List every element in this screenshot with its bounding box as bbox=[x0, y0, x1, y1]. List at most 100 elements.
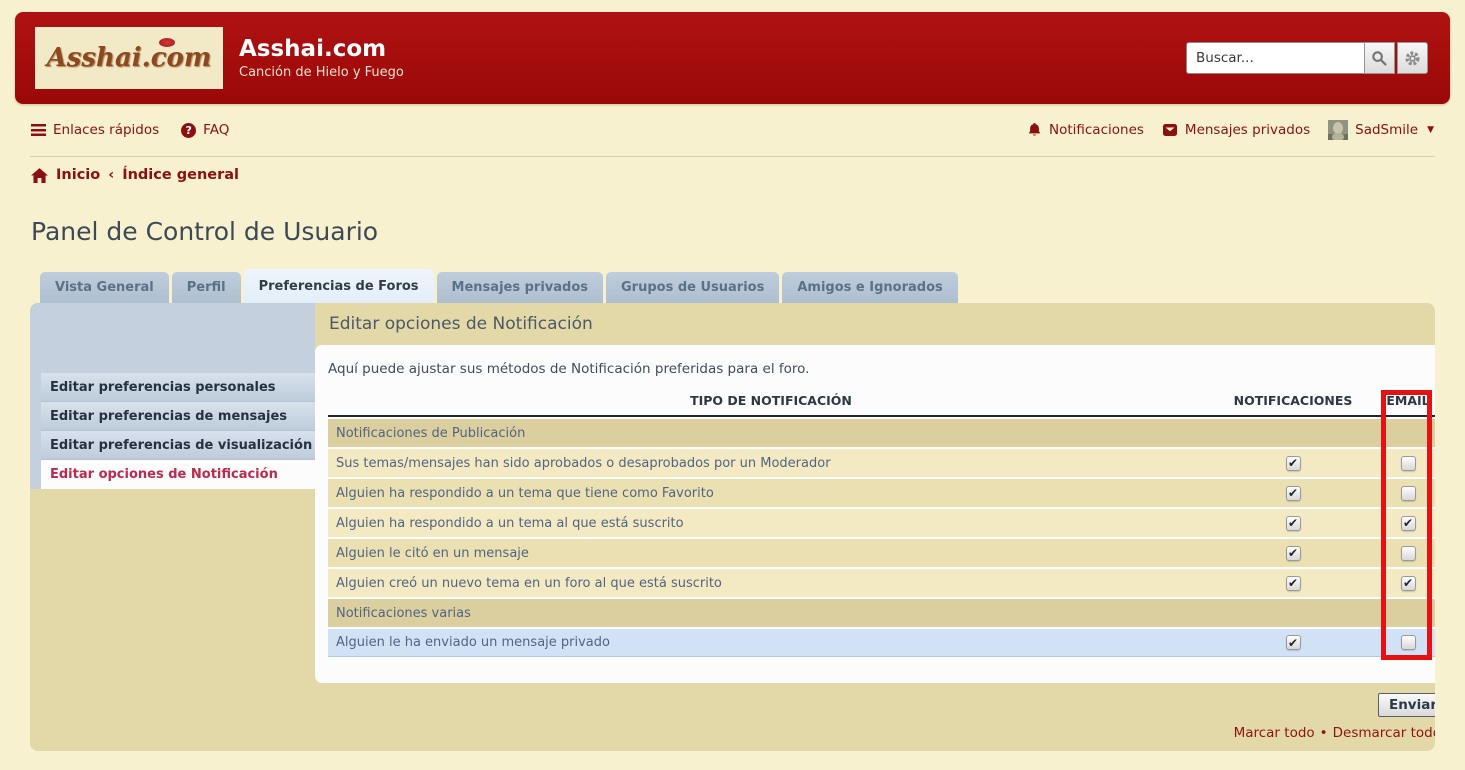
column-header-email: EMAIL bbox=[1372, 393, 1435, 408]
ucp-sidebar: Editar preferencias personalesEditar pre… bbox=[30, 303, 315, 751]
breadcrumb: Inicio ‹ Índice general bbox=[15, 157, 1450, 183]
row-label: Notificaciones de Publicación bbox=[328, 426, 1214, 441]
tab-amigos-e-ignorados[interactable]: Amigos e Ignorados bbox=[782, 272, 957, 303]
column-header-notificaciones: NOTIFICACIONES bbox=[1214, 393, 1372, 408]
notifications-link[interactable]: Notificaciones bbox=[1027, 122, 1144, 138]
quick-links-label: Enlaces rápidos bbox=[53, 122, 159, 138]
sidebar-item-editar-preferencias-de-visualizacion[interactable]: Editar preferencias de visualización bbox=[41, 431, 315, 460]
faq-link[interactable]: ? FAQ bbox=[181, 122, 229, 138]
notifications-label: Notificaciones bbox=[1049, 122, 1144, 138]
panel-footer: Enviar bbox=[315, 683, 1435, 717]
notification-options-panel: Aquí puede ajustar sus métodos de Notifi… bbox=[315, 345, 1435, 683]
unmark-all-link[interactable]: Desmarcar todos bbox=[1333, 725, 1435, 741]
tab-list: Vista GeneralPerfilPreferencias de Foros… bbox=[40, 269, 1450, 303]
table-row-category: Notificaciones varias bbox=[328, 599, 1435, 627]
notifications-checkbox-cell: ✔ bbox=[1214, 635, 1372, 650]
email-checkbox[interactable] bbox=[1401, 635, 1416, 650]
hamburger-icon bbox=[31, 124, 46, 136]
sidebar-item-editar-preferencias-de-mensajes[interactable]: Editar preferencias de mensajes bbox=[41, 402, 315, 431]
site-title: Asshai.com bbox=[239, 36, 404, 62]
row-label: Notificaciones varias bbox=[328, 606, 1214, 621]
email-checkbox[interactable]: ✔ bbox=[1401, 516, 1416, 531]
ucp-wrapper: Editar preferencias personalesEditar pre… bbox=[30, 303, 1435, 751]
email-checkbox[interactable] bbox=[1401, 546, 1416, 561]
email-checkbox-cell bbox=[1372, 546, 1435, 561]
sidebar-menu: Editar preferencias personalesEditar pre… bbox=[30, 373, 315, 489]
search-input[interactable] bbox=[1186, 42, 1364, 74]
site-subtitle: Canción de Hielo y Fuego bbox=[239, 65, 404, 80]
user-avatar bbox=[1328, 120, 1348, 140]
notifications-checkbox-cell: ✔ bbox=[1214, 576, 1372, 591]
panel-description: Aquí puede ajustar sus métodos de Notifi… bbox=[328, 361, 1435, 377]
table-body: Notificaciones de Publicación Sus temas/m… bbox=[328, 419, 1435, 657]
tab-vista-general[interactable]: Vista General bbox=[40, 272, 169, 303]
breadcrumb-home-link[interactable]: Inicio bbox=[56, 167, 100, 183]
site-logo[interactable]: Asshai.com bbox=[35, 27, 223, 89]
ucp-content: Editar opciones de Notificación Aquí pue… bbox=[315, 303, 1435, 751]
mark-all-link[interactable]: Marcar todo bbox=[1234, 725, 1315, 741]
notifications-checkbox-cell: ✔ bbox=[1214, 516, 1372, 531]
private-messages-label: Mensajes privados bbox=[1185, 122, 1310, 138]
notifications-checkbox[interactable]: ✔ bbox=[1286, 576, 1301, 591]
bell-icon bbox=[1027, 123, 1042, 138]
row-label: Alguien ha respondido a un tema que tien… bbox=[328, 486, 1214, 501]
user-menu[interactable]: SadSmile ▼ bbox=[1328, 120, 1434, 140]
row-label: Alguien le citó en un mensaje bbox=[328, 546, 1214, 561]
links-separator: • bbox=[1320, 725, 1328, 741]
panel-title: Editar opciones de Notificación bbox=[315, 303, 1435, 345]
faq-label: FAQ bbox=[203, 122, 229, 138]
row-label: Alguien ha respondido a un tema al que e… bbox=[328, 516, 1214, 531]
site-header: Asshai.com Asshai.com Canción de Hielo y… bbox=[15, 12, 1450, 104]
table-header: TIPO DE NOTIFICACIÓN NOTIFICACIONES EMAI… bbox=[328, 393, 1435, 417]
search-submit-button[interactable] bbox=[1364, 42, 1395, 74]
email-checkbox[interactable] bbox=[1401, 456, 1416, 471]
notifications-checkbox[interactable]: ✔ bbox=[1286, 456, 1301, 471]
row-label: Sus temas/mensajes han sido aprobados o … bbox=[328, 456, 1214, 471]
email-checkbox-cell: ✔ bbox=[1372, 516, 1435, 531]
user-links: Notificaciones Mensajes privados SadSmil… bbox=[1027, 120, 1434, 140]
page-title: Panel de Control de Usuario bbox=[31, 217, 1450, 246]
search-area bbox=[1186, 42, 1428, 74]
notifications-checkbox-cell: ✔ bbox=[1214, 486, 1372, 501]
notifications-checkbox-cell: ✔ bbox=[1214, 456, 1372, 471]
chevron-down-icon: ▼ bbox=[1427, 125, 1434, 135]
sidebar-item-editar-opciones-de-notificacion[interactable]: Editar opciones de Notificación bbox=[41, 460, 315, 489]
notifications-checkbox[interactable]: ✔ bbox=[1286, 486, 1301, 501]
email-checkbox[interactable]: ✔ bbox=[1401, 576, 1416, 591]
row-label: Alguien creó un nuevo tema en un foro al… bbox=[328, 576, 1214, 591]
sidebar-item-editar-preferencias-personales[interactable]: Editar preferencias personales bbox=[41, 373, 315, 402]
notifications-checkbox-cell: ✔ bbox=[1214, 546, 1372, 561]
inbox-icon bbox=[1162, 123, 1178, 137]
email-checkbox-cell bbox=[1372, 635, 1435, 650]
notifications-checkbox[interactable]: ✔ bbox=[1286, 546, 1301, 561]
logo-crab-icon bbox=[159, 38, 175, 47]
table-row: Alguien ha respondido a un tema al que e… bbox=[328, 509, 1435, 537]
table-row: Alguien ha respondido a un tema que tien… bbox=[328, 479, 1435, 507]
table-row: Alguien creó un nuevo tema en un foro al… bbox=[328, 569, 1435, 597]
question-icon: ? bbox=[181, 123, 196, 138]
quick-links-menu[interactable]: Enlaces rápidos bbox=[31, 122, 159, 138]
breadcrumb-separator: ‹ bbox=[108, 167, 114, 183]
notifications-checkbox[interactable]: ✔ bbox=[1286, 635, 1301, 650]
email-checkbox[interactable] bbox=[1401, 486, 1416, 501]
tab-perfil[interactable]: Perfil bbox=[172, 272, 241, 303]
tab-preferencias-de-foros[interactable]: Preferencias de Foros bbox=[244, 269, 434, 303]
tab-grupos-de-usuarios[interactable]: Grupos de Usuarios bbox=[606, 272, 779, 303]
tab-mensajes-privados[interactable]: Mensajes privados bbox=[437, 272, 603, 303]
table-row: Alguien le ha enviado un mensaje privado… bbox=[328, 629, 1435, 657]
notifications-checkbox[interactable]: ✔ bbox=[1286, 516, 1301, 531]
quick-links-bar: Enlaces rápidos ? FAQ Notificaciones Men… bbox=[15, 104, 1450, 156]
email-checkbox-cell: ✔ bbox=[1372, 576, 1435, 591]
table-row-category: Notificaciones de Publicación bbox=[328, 419, 1435, 447]
private-messages-link[interactable]: Mensajes privados bbox=[1162, 122, 1310, 138]
submit-button[interactable]: Enviar bbox=[1378, 693, 1435, 717]
breadcrumb-section-link[interactable]: Índice general bbox=[122, 167, 239, 183]
home-icon bbox=[31, 168, 48, 183]
email-checkbox-cell bbox=[1372, 486, 1435, 501]
table-row: Sus temas/mensajes han sido aprobados o … bbox=[328, 449, 1435, 477]
gear-icon bbox=[1404, 50, 1421, 67]
search-advanced-button[interactable] bbox=[1397, 42, 1428, 74]
search-icon bbox=[1371, 50, 1388, 67]
sidebar-menu-block: Editar preferencias personalesEditar pre… bbox=[30, 303, 315, 489]
page: Asshai.com Asshai.com Canción de Hielo y… bbox=[0, 0, 1465, 751]
